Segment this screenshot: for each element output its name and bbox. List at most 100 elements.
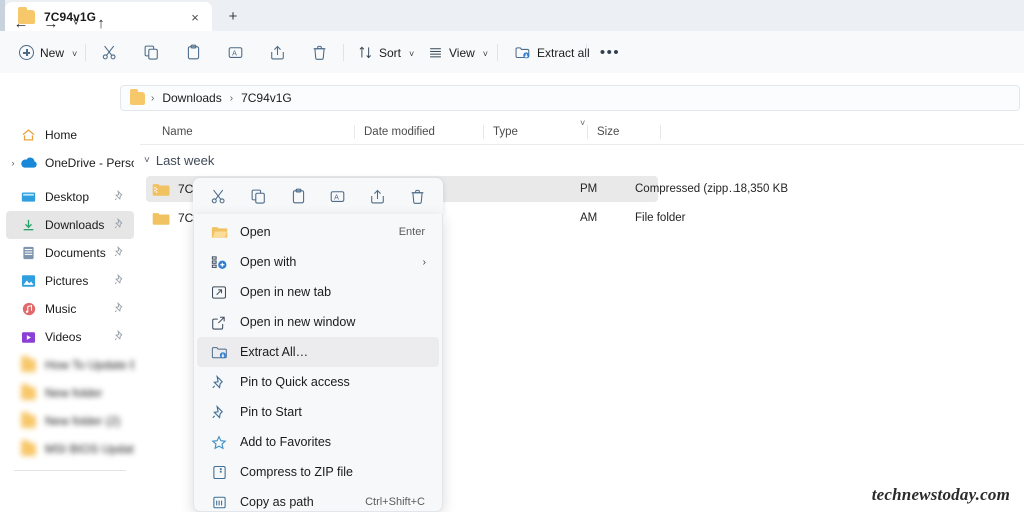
menu-label-open-in-new-window: Open in new window	[240, 315, 355, 329]
menu-item-add-to-favorites[interactable]: Add to Favorites	[197, 427, 439, 457]
menu-item-open-in-new-window[interactable]: Open in new window	[197, 307, 439, 337]
menu-label-add-to-favorites: Add to Favorites	[240, 435, 331, 449]
sort-button[interactable]: Sort ˅	[352, 40, 420, 65]
sidebar-divider	[14, 470, 126, 471]
menu-label-copy-as-path: Copy as path	[240, 495, 314, 509]
paste-icon[interactable]	[284, 183, 312, 209]
sidebar-label-folder-2: New folder	[45, 386, 102, 400]
folder-open-icon	[210, 224, 228, 240]
delete-icon[interactable]	[403, 183, 431, 209]
copy-icon[interactable]	[136, 38, 166, 66]
rename-icon[interactable]: A	[324, 183, 352, 209]
breadcrumb-separator-0: ›	[151, 93, 154, 104]
pin-icon	[210, 374, 228, 390]
sidebar-item-videos[interactable]: Videos	[6, 323, 134, 351]
menu-item-extract-all[interactable]: Extract All…	[197, 337, 439, 367]
new-tab-icon	[210, 284, 228, 300]
cut-icon[interactable]	[205, 183, 233, 209]
row-date-1: PM	[580, 176, 597, 202]
sidebar-item-onedrive[interactable]: › OneDrive - Persona	[6, 149, 134, 177]
pin-icon-pictures[interactable]	[114, 274, 126, 286]
menu-item-open-with[interactable]: Open with ›	[197, 247, 439, 277]
menu-label-open-with: Open with	[240, 255, 296, 269]
sidebar-item-desktop[interactable]: Desktop	[6, 183, 134, 211]
command-bar: New ˅ A	[0, 31, 1024, 73]
sidebar-label-onedrive: OneDrive - Persona	[45, 156, 134, 170]
up-button[interactable]: ↑	[90, 12, 112, 34]
menu-item-open-in-new-tab[interactable]: Open in new tab	[197, 277, 439, 307]
group-header-last-week[interactable]: ˅ Last week	[144, 149, 214, 171]
share-icon[interactable]	[363, 183, 391, 209]
menu-label-extract-all: Extract All…	[240, 345, 308, 359]
menu-label-pin-to-quick-access: Pin to Quick access	[240, 375, 350, 389]
sidebar-label-folder-1: How To Update BIO	[45, 358, 134, 372]
new-button-label: New	[40, 46, 64, 60]
sidebar-item-folder-1[interactable]: How To Update BIO	[6, 351, 134, 379]
sidebar-label-downloads: Downloads	[45, 218, 104, 232]
view-button[interactable]: View ˅	[422, 40, 494, 65]
sidebar-item-folder-3[interactable]: New folder (2)	[6, 407, 134, 435]
rename-icon[interactable]: A	[220, 38, 250, 66]
view-label: View	[449, 46, 475, 60]
pin-icon-music[interactable]	[114, 302, 126, 314]
column-divider-4[interactable]	[660, 125, 661, 139]
column-header-size[interactable]: Size	[597, 118, 619, 145]
sidebar-item-folder-4[interactable]: MSI BIOS Update	[6, 435, 134, 463]
recent-locations-button[interactable]: ˅	[65, 12, 87, 34]
desktop-icon	[20, 190, 37, 205]
sidebar-item-folder-2[interactable]: New folder	[6, 379, 134, 407]
breadcrumb-separator-1: ›	[230, 93, 233, 104]
delete-icon[interactable]	[304, 38, 334, 66]
menu-item-compress-to-zip[interactable]: Compress to ZIP file	[197, 457, 439, 487]
extract-icon	[210, 344, 228, 360]
cloud-icon	[20, 156, 37, 171]
sidebar-item-downloads[interactable]: Downloads	[6, 211, 134, 239]
overflow-menu-button[interactable]: •••	[596, 44, 624, 60]
breadcrumb-item-downloads[interactable]: Downloads	[160, 91, 223, 105]
sidebar-label-pictures: Pictures	[45, 274, 88, 288]
column-divider-3[interactable]	[587, 125, 588, 139]
new-tab-button[interactable]: +	[222, 6, 244, 27]
breadcrumb[interactable]: › Downloads › 7C94v1G	[120, 85, 1020, 111]
extract-all-button[interactable]: Extract all	[508, 40, 596, 65]
menu-item-pin-to-start[interactable]: Pin to Start	[197, 397, 439, 427]
copy-path-icon	[210, 494, 228, 510]
open-with-icon	[210, 254, 228, 270]
menu-label-pin-to-start: Pin to Start	[240, 405, 302, 419]
close-icon[interactable]: ×	[187, 9, 203, 25]
column-header-type[interactable]: Type	[493, 118, 518, 145]
pin-icon-videos[interactable]	[114, 330, 126, 342]
menu-item-pin-to-quick-access[interactable]: Pin to Quick access	[197, 367, 439, 397]
sidebar-label-documents: Documents	[45, 246, 106, 260]
pin-icon-desktop[interactable]	[114, 190, 126, 202]
watermark: technewstoday.com	[872, 485, 1010, 505]
breadcrumb-item-current[interactable]: 7C94v1G	[239, 91, 294, 105]
compress-icon	[210, 464, 228, 480]
menu-accel-copy-as-path: Ctrl+Shift+C	[365, 496, 425, 508]
sidebar-item-music[interactable]: Music	[6, 295, 134, 323]
pin-icon-documents[interactable]	[114, 246, 126, 258]
chevron-down-icon-group[interactable]: ˅	[144, 155, 150, 166]
paste-icon[interactable]	[178, 38, 208, 66]
back-button[interactable]: ←	[10, 12, 32, 34]
menu-item-open[interactable]: Open Enter	[197, 217, 439, 247]
sidebar-item-documents[interactable]: Documents	[6, 239, 134, 267]
copy-icon[interactable]	[244, 183, 272, 209]
sidebar-label-videos: Videos	[45, 330, 81, 344]
share-icon[interactable]	[262, 38, 292, 66]
cut-icon[interactable]	[94, 38, 124, 66]
column-divider-2[interactable]	[483, 125, 484, 139]
home-icon	[20, 128, 37, 143]
sidebar-label-home: Home	[45, 128, 77, 142]
column-header-date[interactable]: Date modified	[364, 118, 435, 145]
column-header-name[interactable]: Name	[162, 118, 193, 145]
sidebar-item-pictures[interactable]: Pictures	[6, 267, 134, 295]
pin-icon-downloads[interactable]	[114, 218, 126, 230]
new-button[interactable]: New ˅	[12, 40, 84, 65]
expander-onedrive[interactable]: ›	[6, 158, 20, 168]
forward-button[interactable]: →	[40, 12, 62, 34]
folder-icon-2	[20, 386, 37, 401]
menu-item-copy-as-path[interactable]: Copy as path Ctrl+Shift+C	[197, 487, 439, 512]
column-divider-1[interactable]	[354, 125, 355, 139]
sidebar-item-home[interactable]: Home	[6, 121, 134, 149]
